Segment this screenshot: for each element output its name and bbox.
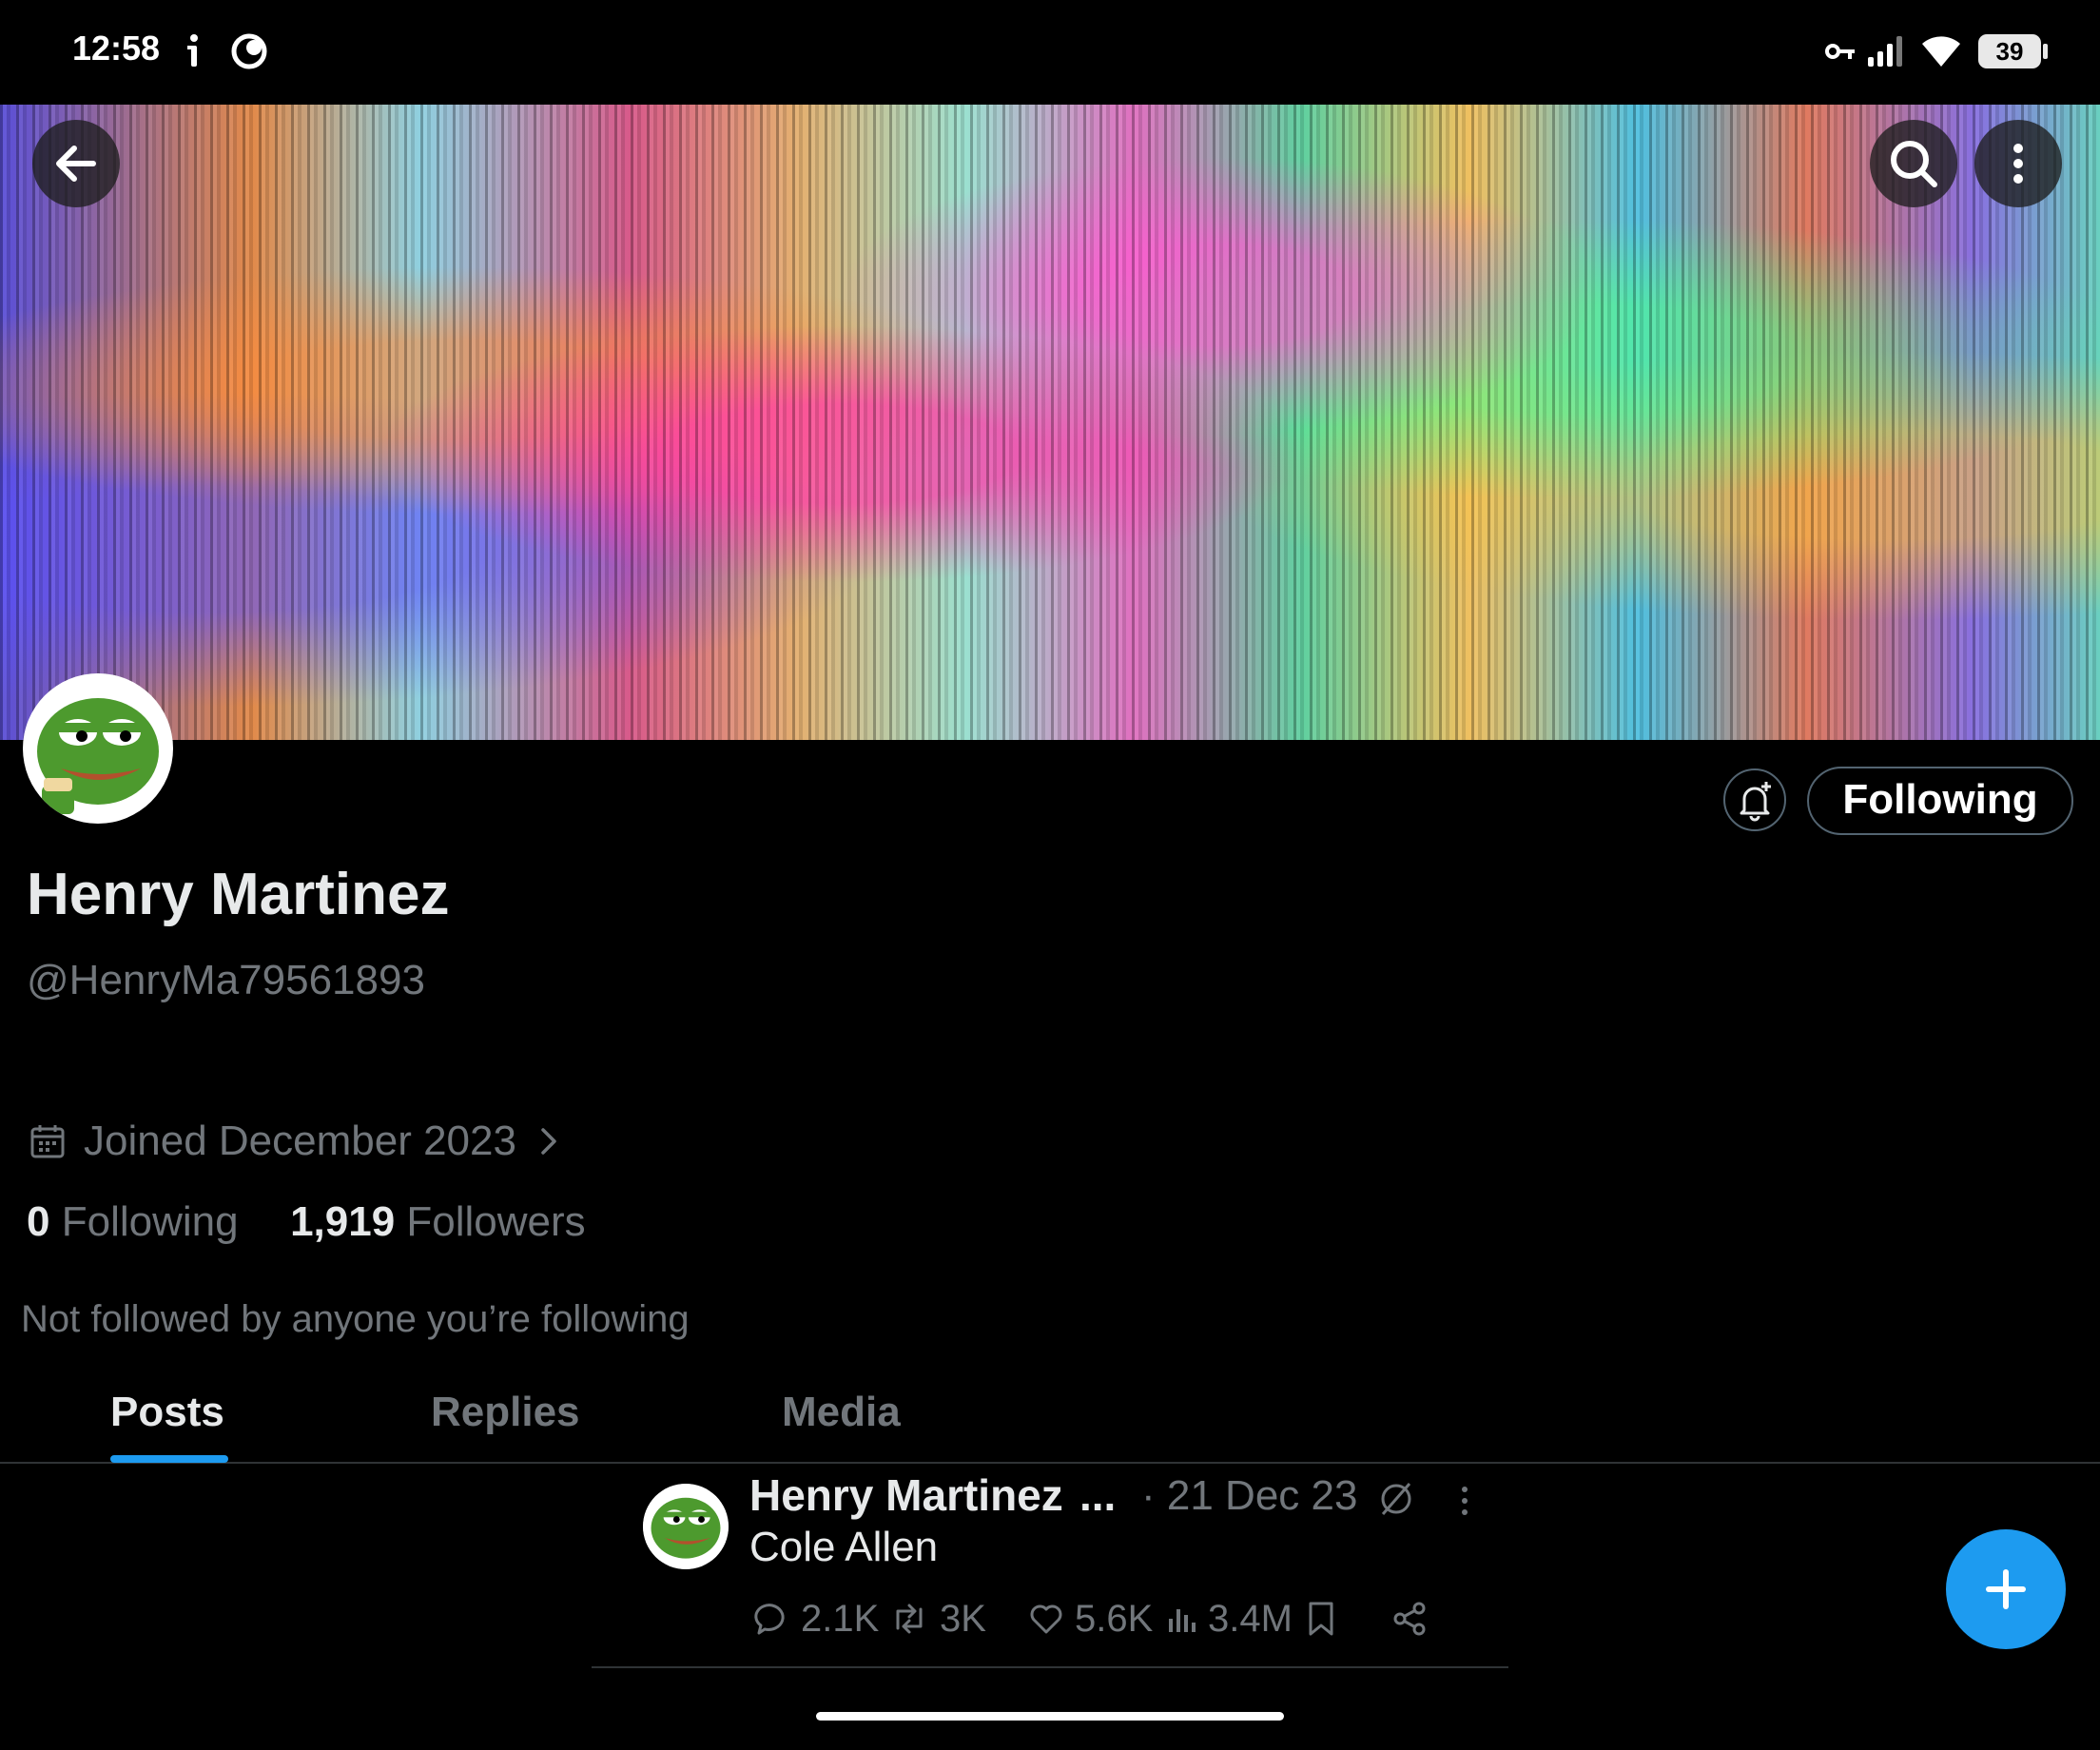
frog-avatar-icon bbox=[28, 678, 168, 819]
followers-stat[interactable]: 1,919 Followers bbox=[290, 1198, 586, 1245]
post-text: Cole Allen bbox=[749, 1524, 939, 1570]
plus-icon bbox=[1986, 1569, 2026, 1609]
profile-avatar[interactable] bbox=[23, 673, 173, 824]
moon-icon bbox=[231, 33, 267, 69]
active-tab-indicator bbox=[110, 1455, 228, 1463]
more-button[interactable] bbox=[1974, 120, 2062, 207]
follow-stats: 0 Following 1,919 Followers bbox=[27, 1198, 586, 1246]
reply-icon bbox=[754, 1604, 785, 1635]
compose-post-button[interactable] bbox=[1946, 1529, 2066, 1649]
display-name: Henry Martinez bbox=[27, 862, 450, 927]
following-button[interactable]: Following bbox=[1807, 767, 2073, 835]
post-author-truncation: ... bbox=[1079, 1470, 1117, 1520]
more-vertical-icon bbox=[2013, 144, 2023, 184]
notification-dot-icon bbox=[187, 34, 198, 67]
post-divider bbox=[592, 1666, 1508, 1668]
mutual-followers-note: Not followed by anyone you’re following bbox=[21, 1298, 690, 1340]
views-chart-icon bbox=[1169, 1609, 1196, 1632]
vpn-key-icon bbox=[1825, 44, 1855, 59]
tab-posts[interactable]: Posts bbox=[110, 1389, 224, 1436]
followers-count: 1,919 bbox=[290, 1198, 396, 1245]
tabs-divider bbox=[0, 1462, 2100, 1464]
reply-button[interactable]: 2.1K bbox=[753, 1594, 879, 1643]
tab-media[interactable]: Media bbox=[782, 1389, 901, 1436]
following-count: 0 bbox=[27, 1198, 50, 1245]
like-count: 5.6K bbox=[1075, 1597, 1154, 1640]
wifi-icon bbox=[1922, 36, 1960, 67]
post-author-name[interactable]: Henry Martinez bbox=[749, 1469, 1063, 1521]
back-arrow-icon bbox=[56, 146, 96, 182]
user-handle: @HenryMa79561893 bbox=[27, 957, 425, 1003]
chevron-right-icon bbox=[541, 1128, 556, 1155]
status-time: 12:58 bbox=[72, 29, 161, 68]
search-icon bbox=[1891, 141, 1937, 187]
repost-count: 3K bbox=[940, 1597, 986, 1640]
like-button[interactable]: 5.6K bbox=[1027, 1594, 1153, 1643]
post-avatar[interactable] bbox=[643, 1484, 729, 1569]
joined-date-row[interactable]: Joined December 2023 bbox=[29, 1113, 562, 1170]
post-date: · 21 Dec 23 bbox=[1141, 1472, 1358, 1519]
following-label: Following bbox=[61, 1198, 239, 1245]
bell-plus-icon bbox=[1740, 782, 1771, 822]
notifications-bell-button[interactable] bbox=[1723, 768, 1786, 831]
share-icon[interactable] bbox=[1390, 1600, 1429, 1638]
repost-icon bbox=[896, 1604, 923, 1634]
profile-banner[interactable] bbox=[0, 105, 2100, 740]
following-stat[interactable]: 0 Following bbox=[27, 1198, 239, 1245]
tab-replies[interactable]: Replies bbox=[431, 1389, 580, 1436]
followers-label: Followers bbox=[406, 1198, 586, 1245]
repost-button[interactable]: 3K bbox=[888, 1594, 986, 1643]
signal-icon bbox=[1868, 36, 1902, 67]
battery-nub bbox=[2043, 44, 2048, 59]
status-bar: 12:58 39 bbox=[0, 0, 2100, 105]
post-more-icon[interactable] bbox=[1453, 1480, 1476, 1522]
heart-icon bbox=[1030, 1604, 1062, 1634]
back-button[interactable] bbox=[32, 120, 120, 207]
joined-date: Joined December 2023 bbox=[84, 1118, 516, 1164]
hidden-reply-icon bbox=[1381, 1483, 1411, 1515]
view-count: 3.4M bbox=[1208, 1597, 1293, 1640]
views-button[interactable]: 3.4M bbox=[1166, 1594, 1293, 1643]
battery-icon: 39 bbox=[1978, 34, 2041, 68]
frog-avatar-icon bbox=[643, 1484, 729, 1569]
bookmark-icon[interactable] bbox=[1305, 1600, 1337, 1638]
home-indicator[interactable] bbox=[816, 1712, 1284, 1721]
search-button[interactable] bbox=[1870, 120, 1957, 207]
reply-count: 2.1K bbox=[801, 1597, 880, 1640]
calendar-icon bbox=[30, 1125, 65, 1158]
